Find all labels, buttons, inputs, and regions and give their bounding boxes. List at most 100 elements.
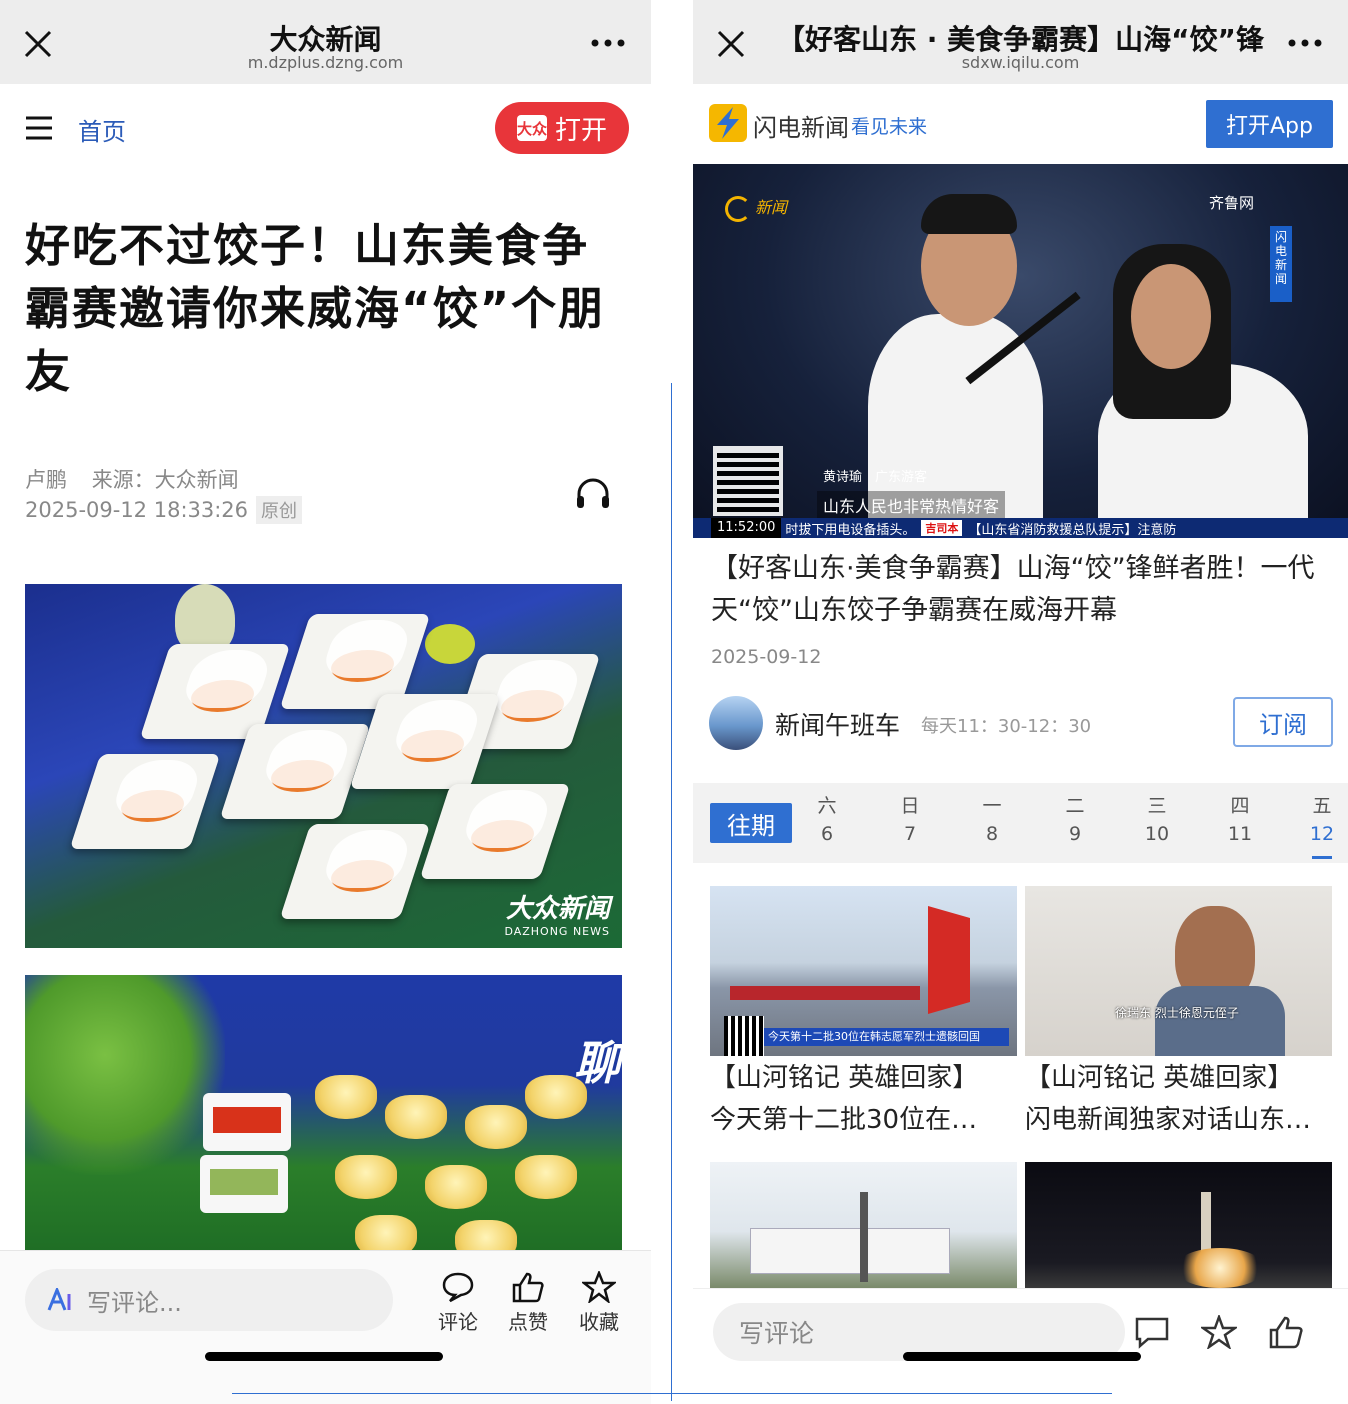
video-thumbnail: 徐瑞东 烈士徐恩元侄子 xyxy=(1025,886,1332,1056)
open-app-button[interactable]: 大众 打开 xyxy=(495,102,629,154)
video-card[interactable] xyxy=(710,1162,1017,1288)
video-thumbnail xyxy=(710,1162,1017,1288)
bottom-action-bar: 写评论 xyxy=(693,1288,1348,1404)
news-ticker: 11:52:00 时拔下用电设备插头。 吉司本 【山东省消防救援总队提示】注意防 xyxy=(693,518,1348,538)
active-underline xyxy=(1312,856,1332,859)
video-thumbnail xyxy=(1025,1162,1332,1288)
page-url: sdxw.iqilu.com xyxy=(961,53,1080,72)
dumpling xyxy=(465,1105,527,1149)
star-icon xyxy=(582,1271,616,1303)
card-title-line2: 闪电新闻独家对话山东… xyxy=(1025,1105,1312,1135)
original-badge: 原创 xyxy=(256,496,303,524)
comment-action[interactable]: 评论 xyxy=(428,1271,488,1335)
day-tab-active[interactable]: 五 12 xyxy=(1302,791,1342,859)
card-title-line1: 【山河铭记 英雄回家】 xyxy=(1025,1063,1294,1093)
lightning-logo-icon xyxy=(709,104,747,142)
more-icon[interactable] xyxy=(591,38,625,48)
ticker-brand: 吉司本 xyxy=(921,520,963,536)
dumpling xyxy=(315,1075,377,1119)
open-button-label: 打开 xyxy=(554,115,607,146)
browser-navbar: 大众新闻 m.dzplus.dzng.com xyxy=(0,0,651,84)
star-icon[interactable] xyxy=(1201,1315,1237,1349)
sauce-dish xyxy=(200,1155,288,1213)
photo-watermark: 大众新闻 DAZHONG NEWS xyxy=(504,888,610,938)
more-icon[interactable] xyxy=(1288,38,1322,48)
day-tab[interactable]: 一8 xyxy=(972,791,1012,845)
brand-header: 闪电新闻 看见未来 打开App xyxy=(693,84,1348,164)
card-caption: 徐瑞东 烈士徐恩元侄子 xyxy=(1115,1006,1239,1020)
article-photo-dumplings[interactable]: 大众新闻 DAZHONG NEWS xyxy=(25,584,622,948)
dumpling-tray xyxy=(419,784,571,879)
bonsai-decoration xyxy=(25,975,225,1175)
qilu-logo: 齐鲁网 xyxy=(1208,194,1254,212)
author: 卢鹏 xyxy=(25,468,67,492)
sauce-dish xyxy=(203,1093,291,1151)
like-action[interactable]: 点赞 xyxy=(498,1271,558,1335)
ticker-left: 时拔下用电设备插头。 xyxy=(785,522,916,538)
video-card[interactable] xyxy=(1025,1162,1332,1288)
channel-avatar[interactable] xyxy=(709,696,763,750)
lower-third: 黄诗瑜 广东游客 山东人民也非常热情好客 xyxy=(793,466,1006,519)
dazhong-logo-icon: 大众 xyxy=(516,115,547,141)
day-tab[interactable]: 三 10 xyxy=(1137,791,1177,845)
video-player[interactable]: 新闻 齐鲁网 闪电新闻 黄诗瑜 广东游客 山东人民也非常热情好客 11:52:0… xyxy=(693,164,1348,538)
home-link[interactable]: 首页 xyxy=(78,112,126,147)
video-card[interactable]: 今天第十二批30位在韩志愿军烈士遗骸回国 【山河铭记 英雄回家】 今天第十二批3… xyxy=(710,886,1017,1140)
day-tab[interactable]: 六6 xyxy=(807,791,847,845)
day-tab[interactable]: 二9 xyxy=(1055,791,1095,845)
comment-placeholder: 写评论... xyxy=(87,1288,182,1317)
article-dateline: 2025-09-12 18:33:26 原创 xyxy=(25,496,303,524)
home-indicator[interactable] xyxy=(903,1352,1141,1361)
video-card[interactable]: 徐瑞东 烈士徐恩元侄子 【山河铭记 英雄回家】 闪电新闻独家对话山东… xyxy=(1025,886,1332,1140)
speaker-name: 黄诗瑜 广东游客 xyxy=(823,470,928,485)
dumpling-tray xyxy=(69,754,221,849)
day-tab[interactable]: 日7 xyxy=(890,791,930,845)
qr-code xyxy=(713,446,783,516)
channel-logo: 新闻 xyxy=(725,194,787,222)
divider-line xyxy=(232,1393,1112,1394)
date-strip: 往期 六6 日7 一8 二9 三 10 四 11 五 12 xyxy=(693,783,1348,863)
right-phone-screen: 【好客山东 · 美食争霸赛】山海“饺”锋 sdxw.iqilu.com 闪电新闻… xyxy=(693,0,1348,1404)
comment-input[interactable]: 写评论... xyxy=(25,1269,393,1331)
watermark-sub: DAZHONG NEWS xyxy=(504,925,610,938)
channel-name[interactable]: 新闻午班车 xyxy=(775,706,900,742)
channel-row: 新闻午班车 每天11：30-12：30 订阅 xyxy=(693,690,1348,762)
card-title-line1: 【山河铭记 英雄回家】 xyxy=(710,1063,979,1093)
past-episodes-button[interactable]: 往期 xyxy=(710,803,792,843)
comment-icon[interactable] xyxy=(1134,1315,1170,1349)
article-byline: 卢鹏 来源：大众新闻 xyxy=(25,464,239,494)
speaker-quote: 山东人民也非常热情好客 xyxy=(817,491,1006,519)
subscribe-button[interactable]: 订阅 xyxy=(1233,697,1333,747)
card-title-line2: 今天第十二批30位在… xyxy=(710,1105,978,1135)
article-photo-golden-dumplings[interactable]: 聊 xyxy=(25,975,622,1250)
publish-time: 2025-09-12 18:33:26 xyxy=(25,498,249,522)
menu-icon[interactable] xyxy=(24,114,54,142)
thumbs-up-icon[interactable] xyxy=(1268,1315,1304,1349)
source: 来源：大众新闻 xyxy=(91,468,239,492)
watermark-main: 大众新闻 xyxy=(505,894,610,924)
dumpling xyxy=(425,1165,487,1209)
open-app-button[interactable]: 打开App xyxy=(1206,100,1333,148)
day-tab[interactable]: 四 11 xyxy=(1220,791,1260,845)
woman-head xyxy=(1131,264,1211,369)
article-date: 2025-09-12 xyxy=(711,646,822,668)
favorite-action[interactable]: 收藏 xyxy=(569,1271,629,1335)
channel-schedule: 每天11：30-12：30 xyxy=(921,716,1092,737)
close-icon[interactable] xyxy=(22,28,54,60)
ticker-time: 11:52:00 xyxy=(711,518,782,538)
left-phone-screen: 大众新闻 m.dzplus.dzng.com 首页 大众 打开 好吃不过饺子！山… xyxy=(0,0,651,1404)
headphones-icon[interactable] xyxy=(575,476,611,510)
dumpling xyxy=(385,1095,447,1139)
man-hair xyxy=(921,194,1017,234)
dumpling xyxy=(355,1215,417,1250)
article-title: 【好客山东·美食争霸赛】山海“饺”锋鲜者胜！一代天“饺”山东饺子争霸赛在威海开幕 xyxy=(711,553,1315,626)
page-title: 大众新闻 xyxy=(269,23,382,56)
ticker-right: 【山东省消防救援总队提示】注意防 xyxy=(968,522,1177,538)
page-url: m.dzplus.dzng.com xyxy=(247,53,404,72)
browser-navbar: 【好客山东 · 美食争霸赛】山海“饺”锋 sdxw.iqilu.com xyxy=(693,0,1348,84)
close-icon[interactable] xyxy=(715,28,747,60)
favorite-action-label: 收藏 xyxy=(579,1310,619,1334)
dumpling xyxy=(335,1155,397,1199)
home-indicator[interactable] xyxy=(205,1352,443,1361)
thumbs-up-icon xyxy=(512,1272,544,1303)
